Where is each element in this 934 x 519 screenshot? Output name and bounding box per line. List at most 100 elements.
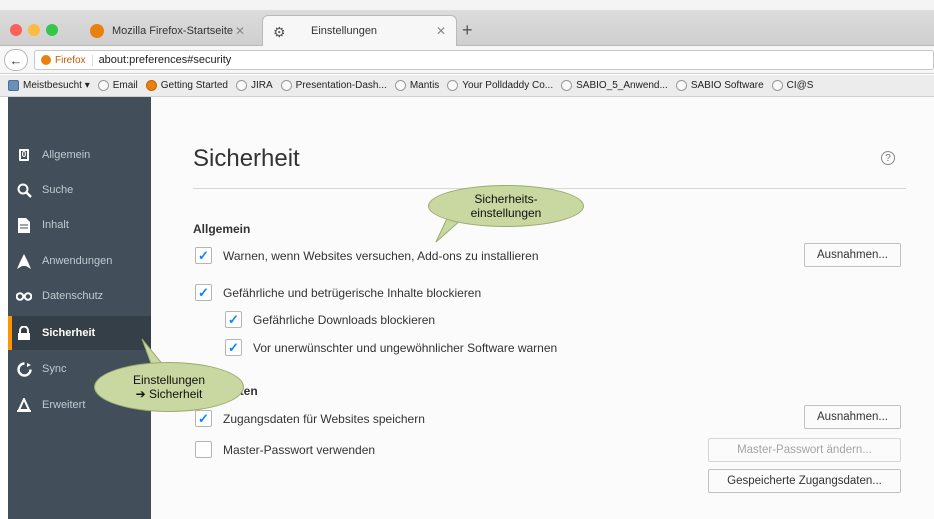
sync-icon: [16, 361, 32, 377]
sidebar-item-label: Sync: [42, 363, 67, 375]
new-tab-button[interactable]: +: [462, 20, 473, 41]
bookmark-cias[interactable]: CI@S: [771, 80, 814, 91]
callout-settings-security: Einstellungen ➔ Sicherheit: [94, 362, 244, 412]
block-dangerous-label: Gefährliche und betrügerische Inhalte bl…: [223, 286, 482, 300]
save-logins-label: Zugangsdaten für Websites speichern: [223, 412, 425, 426]
bookmark-sabio5[interactable]: SABIO_5_Anwend...: [561, 80, 668, 91]
sidebar-item-label: Sicherheit: [42, 327, 96, 339]
bookmark-label: SABIO_5_Anwend...: [576, 80, 668, 91]
identity-label: Firefox: [55, 54, 86, 66]
callout-text: ➔ Sicherheit: [135, 387, 203, 401]
globe-icon: [280, 80, 292, 91]
sidebar-item-label: Datenschutz: [42, 290, 104, 302]
tab-label: Einstellungen: [311, 25, 378, 37]
checkmark-icon: ✓: [198, 247, 209, 263]
sidebar-item-label: Suche: [42, 184, 74, 196]
callout-text: einstellungen: [470, 206, 542, 220]
search-icon: [16, 182, 32, 198]
maximize-window-button[interactable]: [46, 24, 58, 36]
bookmark-label: SABIO Software: [690, 80, 764, 91]
tab-firefox-home[interactable]: Mozilla Firefox-Startseite ✕: [80, 15, 255, 46]
globe-icon: [236, 80, 247, 91]
tab-label: Mozilla Firefox-Startseite: [112, 24, 234, 37]
checkmark-icon: ✓: [228, 311, 239, 327]
close-tab-icon[interactable]: ✕: [436, 24, 446, 38]
general-icon: 0: [16, 147, 32, 163]
page-title: Sicherheit: [193, 145, 300, 172]
bookmark-mantis[interactable]: Mantis: [394, 80, 439, 91]
callout-text: Sicherheits-: [474, 192, 538, 206]
preferences-sidebar: 0 Allgemein Suche Inhalt Anwendungen Dat…: [8, 97, 151, 519]
globe-icon: [771, 80, 783, 91]
globe-icon: [394, 80, 406, 91]
bookmark-label: Meistbesucht ▾: [23, 80, 90, 91]
firefox-logo-icon: [41, 55, 51, 65]
bookmark-most-visited[interactable]: Meistbesucht ▾: [8, 80, 90, 91]
warn-addons-label: Warnen, wenn Websites versuchen, Add-ons…: [223, 249, 539, 263]
checkmark-icon: ✓: [198, 284, 209, 300]
minimize-window-button[interactable]: [28, 24, 40, 36]
preferences-content: Sicherheit ? Allgemein ✓ Warnen, wenn We…: [151, 97, 934, 519]
folder-icon: [8, 80, 19, 91]
privacy-mask-icon: [16, 288, 32, 304]
sidebar-item-label: Allgemein: [42, 149, 91, 161]
close-window-button[interactable]: [10, 24, 22, 36]
save-logins-checkbox[interactable]: ✓: [195, 410, 212, 427]
block-downloads-label: Gefährliche Downloads blockieren: [253, 313, 436, 327]
sidebar-item-security[interactable]: Sicherheit: [8, 316, 151, 350]
checkmark-icon: ✓: [228, 339, 239, 355]
warn-software-label: Vor unerwünschter und ungewöhnlicher Sof…: [253, 341, 558, 355]
help-icon[interactable]: ?: [881, 151, 895, 165]
saved-logins-button[interactable]: Gespeicherte Zugangsdaten...: [708, 469, 901, 493]
bookmark-getting-started[interactable]: Getting Started: [145, 80, 228, 91]
sidebar-item-content[interactable]: Inhalt: [8, 208, 151, 242]
content-icon: [16, 217, 32, 233]
lock-icon: [16, 325, 32, 341]
change-master-password-button[interactable]: Master-Passwort ändern...: [708, 438, 901, 462]
arrow-left-icon: ←: [9, 52, 23, 68]
back-button[interactable]: ←: [4, 49, 28, 71]
tab-bar: Mozilla Firefox-Startseite ✕ ⚙ Einstellu…: [0, 10, 934, 46]
browser-top-edge: [0, 0, 934, 10]
navigation-bar: ← Firefox about:preferences#security: [0, 46, 934, 74]
firefox-logo-icon: [90, 23, 104, 38]
tab-settings[interactable]: ⚙ Einstellungen ✕: [262, 15, 457, 46]
sidebar-item-label: Inhalt: [42, 219, 69, 231]
bookmark-presentation-dash[interactable]: Presentation-Dash...: [280, 80, 387, 91]
bookmark-label: Email: [112, 80, 138, 91]
sidebar-item-applications[interactable]: Anwendungen: [8, 244, 151, 278]
logins-exceptions-button[interactable]: Ausnahmen...: [804, 405, 901, 429]
sidebar-item-privacy[interactable]: Datenschutz: [8, 279, 151, 313]
warn-software-checkbox[interactable]: ✓: [225, 339, 242, 356]
addons-exceptions-button[interactable]: Ausnahmen...: [804, 243, 901, 267]
firefox-logo-icon: [145, 80, 157, 91]
master-password-checkbox[interactable]: [195, 441, 212, 458]
bookmarks-toolbar: Meistbesucht ▾ Email Getting Started JIR…: [0, 75, 934, 97]
bookmark-label: Getting Started: [160, 80, 228, 91]
block-dangerous-checkbox[interactable]: ✓: [195, 284, 212, 301]
bookmark-label: Presentation-Dash...: [295, 80, 387, 91]
globe-icon: [675, 80, 687, 91]
bookmark-email[interactable]: Email: [97, 80, 138, 91]
identity-box[interactable]: Firefox: [35, 54, 93, 66]
close-tab-icon[interactable]: ✕: [235, 24, 245, 38]
bookmark-polldaddy[interactable]: Your Polldaddy Co...: [447, 80, 553, 91]
bookmark-sabio-software[interactable]: SABIO Software: [675, 80, 764, 91]
advanced-icon: [16, 397, 32, 413]
checkmark-icon: ✓: [198, 410, 209, 426]
url-text: about:preferences#security: [98, 54, 232, 66]
bookmark-label: CI@S: [786, 80, 814, 91]
applications-icon: [16, 253, 32, 269]
url-field[interactable]: Firefox about:preferences#security: [34, 50, 934, 70]
globe-icon: [447, 80, 459, 91]
globe-icon: [561, 80, 573, 91]
block-downloads-checkbox[interactable]: ✓: [225, 311, 242, 328]
sidebar-item-search[interactable]: Suche: [8, 173, 151, 207]
bookmark-jira[interactable]: JIRA: [236, 80, 273, 91]
bookmark-label: JIRA: [251, 80, 273, 91]
globe-icon: [97, 80, 109, 91]
callout-text: Einstellungen: [132, 373, 206, 387]
sidebar-item-general[interactable]: 0 Allgemein: [8, 138, 151, 172]
warn-addons-checkbox[interactable]: ✓: [195, 247, 212, 264]
master-password-label: Master-Passwort verwenden: [223, 443, 376, 457]
